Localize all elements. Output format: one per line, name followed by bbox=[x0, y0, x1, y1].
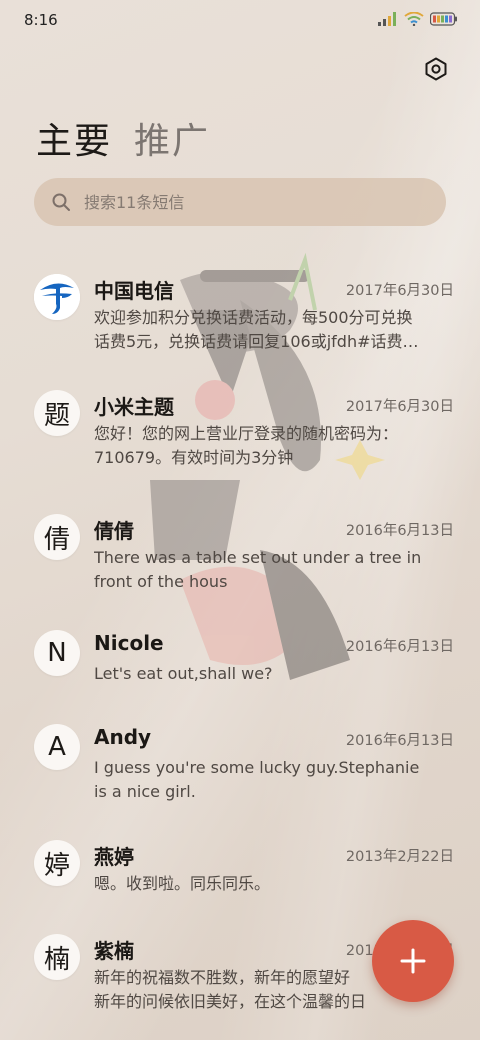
message-preview: 嗯。收到啦。同乐同乐。 bbox=[94, 872, 450, 896]
message-date: 2016年6月13日 bbox=[345, 639, 454, 655]
search-bar[interactable] bbox=[34, 178, 446, 226]
message-item[interactable]: 中国电信 2017年6月30日 欢迎参加积分兑换话费活动，每500分可兑换 话费… bbox=[0, 262, 480, 358]
sender-name: Andy bbox=[94, 725, 152, 749]
sender-name: Nicole bbox=[94, 631, 164, 655]
message-date: 2016年6月13日 bbox=[345, 523, 454, 539]
settings-hexagon-icon bbox=[425, 57, 447, 81]
message-date: 2017年6月30日 bbox=[345, 283, 454, 299]
message-item[interactable]: 题 小米主题 2017年6月30日 您好！您的网上营业厅登录的随机密码为： 71… bbox=[0, 378, 480, 474]
sender-name: 小米主题 bbox=[94, 395, 174, 419]
message-item[interactable]: A Andy 2016年6月13日 I guess you're some lu… bbox=[0, 712, 480, 808]
preview-line: 您好！您的网上营业厅登录的随机密码为： bbox=[94, 424, 399, 443]
tab-primary[interactable]: 主要 bbox=[36, 112, 112, 164]
avatar: N bbox=[34, 630, 80, 676]
preview-line: Let's eat out,shall we? bbox=[94, 664, 273, 683]
message-date: 2013年2月22日 bbox=[345, 849, 454, 865]
tab-bar: 主要 推广 bbox=[36, 112, 210, 164]
message-date: 2017年6月30日 bbox=[345, 399, 454, 415]
message-item[interactable]: N Nicole 2016年6月13日 Let's eat out,shall … bbox=[0, 618, 480, 714]
avatar: 题 bbox=[34, 390, 80, 436]
message-preview: Let's eat out,shall we? bbox=[94, 662, 450, 686]
avatar: 楠 bbox=[34, 934, 80, 980]
avatar bbox=[34, 274, 80, 320]
message-date: 2016年6月13日 bbox=[345, 733, 454, 749]
plus-icon bbox=[400, 948, 426, 974]
china-telecom-logo-icon bbox=[34, 274, 80, 320]
sender-name: 倩倩 bbox=[94, 519, 134, 543]
battery-icon bbox=[430, 12, 457, 26]
search-input[interactable] bbox=[82, 191, 416, 213]
signal-icon bbox=[378, 12, 396, 26]
message-item[interactable]: 倩 倩倩 2016年6月13日 There was a table set ou… bbox=[0, 502, 480, 598]
tab-promotions[interactable]: 推广 bbox=[134, 112, 210, 164]
sender-name: 燕婷 bbox=[94, 845, 134, 869]
preview-line: 嗯。收到啦。同乐同乐。 bbox=[94, 874, 271, 893]
message-preview: I guess you're some lucky guy.Stephanie … bbox=[94, 756, 450, 804]
preview-line: is a nice girl. bbox=[94, 782, 196, 801]
sender-name: 紫楠 bbox=[94, 939, 134, 963]
preview-line: 欢迎参加积分兑换话费活动，每500分可兑换 bbox=[94, 308, 413, 327]
new-message-button[interactable] bbox=[372, 920, 454, 1002]
message-preview: 您好！您的网上营业厅登录的随机密码为： 710679。有效时间为3分钟 bbox=[94, 422, 450, 470]
settings-button[interactable] bbox=[422, 55, 450, 83]
search-icon bbox=[50, 191, 72, 213]
preview-line: front of the hous bbox=[94, 572, 228, 591]
sender-name: 中国电信 bbox=[94, 279, 174, 303]
message-preview: 欢迎参加积分兑换话费活动，每500分可兑换 话费5元，兑换话费请回复106或jf… bbox=[94, 306, 450, 354]
message-preview: There was a table set out under a tree i… bbox=[94, 546, 450, 594]
preview-line: 话费5元，兑换话费请回复106或jfdh#话费… bbox=[94, 332, 419, 351]
status-bar: 8:16 bbox=[0, 0, 480, 40]
status-icons bbox=[378, 12, 458, 26]
preview-line: I guess you're some lucky guy.Stephanie bbox=[94, 758, 420, 777]
wifi-icon bbox=[404, 12, 424, 26]
status-time: 8:16 bbox=[24, 11, 58, 29]
avatar: A bbox=[34, 724, 80, 770]
message-item[interactable]: 婷 燕婷 2013年2月22日 嗯。收到啦。同乐同乐。 bbox=[0, 828, 480, 924]
preview-line: There was a table set out under a tree i… bbox=[94, 548, 422, 567]
avatar: 婷 bbox=[34, 840, 80, 886]
avatar: 倩 bbox=[34, 514, 80, 560]
preview-line: 710679。有效时间为3分钟 bbox=[94, 448, 294, 467]
